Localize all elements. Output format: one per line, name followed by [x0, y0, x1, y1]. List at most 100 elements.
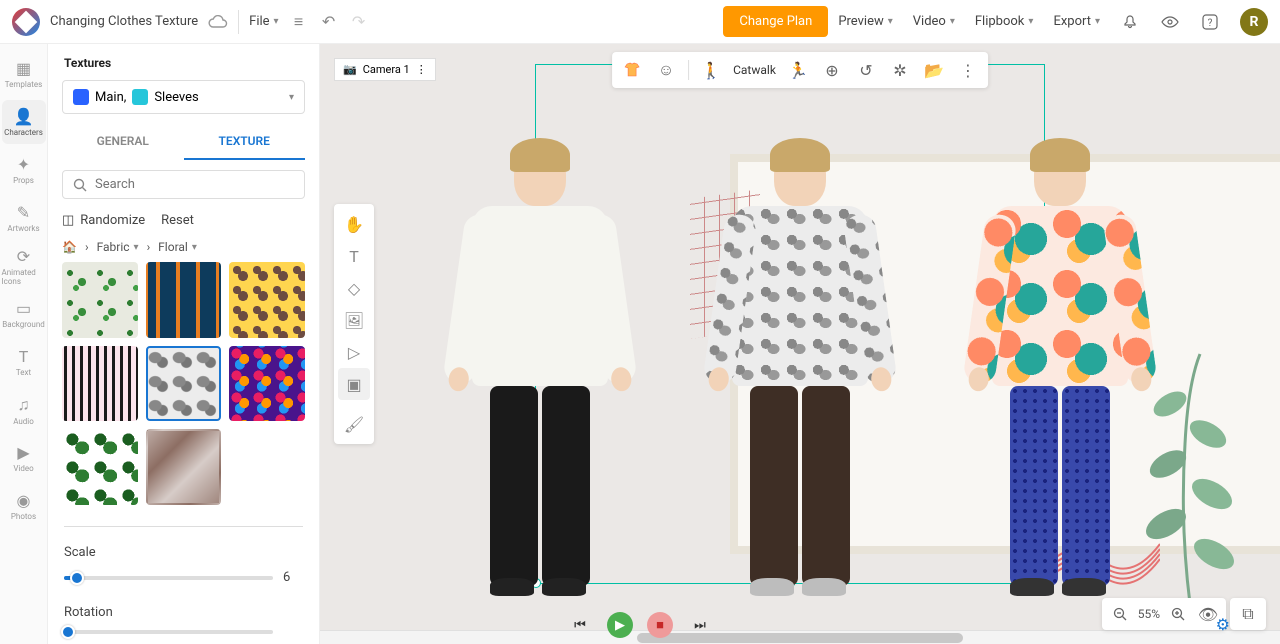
bell-icon[interactable] [1120, 12, 1140, 32]
dropdown-part1: Main, [95, 90, 126, 105]
cloud-sync-icon[interactable] [208, 15, 228, 29]
texture-thumb[interactable] [146, 346, 222, 422]
rewind-icon[interactable]: ↺ [854, 58, 878, 82]
rail-video[interactable]: ▶Video [2, 436, 46, 480]
texture-thumb[interactable] [229, 346, 305, 422]
scale-slider[interactable] [64, 576, 273, 580]
play-button[interactable]: ▶ [607, 612, 633, 638]
texture-thumb[interactable] [62, 262, 138, 338]
zoom-in-icon[interactable] [1166, 602, 1190, 626]
video-label: Video [913, 14, 946, 29]
face-icon[interactable]: ☺ [654, 58, 678, 82]
parts-dropdown[interactable]: Main, Sleeves ▾ [62, 80, 305, 114]
reset-button[interactable]: Reset [161, 213, 194, 228]
prev-button[interactable]: ⏮ [567, 612, 593, 638]
help-icon[interactable]: ? [1200, 12, 1220, 32]
stop-button[interactable]: ■ [647, 612, 673, 638]
tab-texture[interactable]: TEXTURE [184, 124, 306, 160]
image-tool-icon[interactable]: 🖼 [338, 304, 370, 336]
next-button[interactable]: ⏭ [687, 612, 713, 638]
scale-value: 6 [283, 570, 303, 585]
horizontal-scrollbar[interactable] [320, 630, 1280, 644]
texture-thumb[interactable] [229, 262, 305, 338]
user-avatar[interactable]: R [1240, 8, 1268, 36]
tab-general[interactable]: GENERAL [62, 124, 184, 160]
rail-props[interactable]: ✦Props [2, 148, 46, 192]
project-title: Changing Clothes Texture [50, 14, 198, 29]
walk-label: Catwalk [733, 63, 776, 77]
breadcrumb-floral[interactable]: Floral ▾ [158, 240, 197, 254]
undo-icon[interactable]: ↶ [319, 12, 339, 32]
rail-label: Photos [11, 512, 36, 521]
preview-label: Preview [838, 14, 883, 29]
preview-menu[interactable]: Preview▾ [838, 14, 892, 29]
app-logo[interactable] [12, 8, 40, 36]
texture-thumb[interactable] [62, 346, 138, 422]
search-input[interactable] [62, 170, 305, 199]
search-field[interactable] [95, 177, 294, 192]
randomize-button[interactable]: ◫ Randomize [62, 213, 145, 228]
globe-icon[interactable]: ⊕ [820, 58, 844, 82]
character-2[interactable] [700, 144, 900, 614]
camera-menu-icon[interactable]: ⋮ [416, 63, 427, 76]
zoom-level: 55% [1138, 607, 1160, 621]
character-3[interactable] [960, 144, 1160, 614]
export-menu[interactable]: Export▾ [1053, 14, 1100, 29]
rail-artworks[interactable]: ✎Artworks [2, 196, 46, 240]
eye-preview-icon[interactable] [1160, 12, 1180, 32]
chip-main [73, 89, 89, 105]
animated-icon: ⟳ [17, 247, 30, 266]
rail-photos[interactable]: ◉Photos [2, 484, 46, 528]
play-tool-icon[interactable]: ▷ [338, 336, 370, 368]
text-icon: T [19, 347, 29, 366]
rail-label: Text [16, 368, 31, 377]
redo-icon[interactable]: ↷ [349, 12, 369, 32]
person-icon[interactable]: ✲ [888, 58, 912, 82]
flipbook-label: Flipbook [975, 14, 1025, 29]
video-menu[interactable]: Video▾ [913, 14, 955, 29]
chip-sleeves [132, 89, 148, 105]
hand-tool-icon[interactable]: ✋ [338, 208, 370, 240]
canvas[interactable]: 📷 Camera 1 ⋮ ☺ 🚶 Catwalk 🏃 ⊕ ↺ ✲ 📂 ⋮ ✋ T… [320, 44, 1280, 644]
brush-tool-icon[interactable]: 🖌 [338, 408, 370, 440]
texture-thumb[interactable] [62, 429, 138, 505]
copy-icon[interactable]: ⧉ [1236, 602, 1260, 626]
avatar-initial: R [1250, 14, 1259, 30]
change-plan-button[interactable]: Change Plan [723, 6, 828, 37]
camera-label[interactable]: 📷 Camera 1 ⋮ [334, 58, 436, 81]
rotation-slider[interactable] [64, 630, 273, 634]
texture-thumb[interactable] [146, 262, 222, 338]
layer-tool-icon[interactable]: ▣ [338, 368, 370, 400]
rail-label: Props [13, 176, 34, 185]
hamburger-icon[interactable]: ≡ [289, 12, 309, 32]
text-tool-icon[interactable]: T [338, 240, 370, 272]
shape-tool-icon[interactable]: ◇ [338, 272, 370, 304]
tshirt-icon[interactable] [620, 58, 644, 82]
settings-gear-icon[interactable]: ⚙ [1216, 615, 1230, 634]
file-menu[interactable]: File▾ [249, 14, 278, 29]
camera-name: Camera 1 [363, 63, 410, 76]
folder-icon[interactable]: 📂 [922, 58, 946, 82]
rail-templates[interactable]: ▦Templates [2, 52, 46, 96]
rail-animated-icons[interactable]: ⟳ Animated Icons [2, 244, 46, 288]
rail-label: Characters [4, 128, 43, 137]
rail-background[interactable]: ▭Background [2, 292, 46, 336]
zoom-out-icon[interactable] [1108, 602, 1132, 626]
rail-characters[interactable]: 👤 Characters [2, 100, 46, 144]
rail-label: Audio [13, 417, 34, 426]
breadcrumb: 🏠 › Fabric ▾ › Floral ▾ [48, 232, 319, 258]
walk-icon[interactable]: 🚶 [699, 58, 723, 82]
rail-audio[interactable]: ♫Audio [2, 388, 46, 432]
character-icon: 👤 [14, 107, 34, 126]
texture-thumb[interactable] [146, 429, 222, 505]
more-icon[interactable]: ⋮ [956, 58, 980, 82]
rail-text[interactable]: T Text [2, 340, 46, 384]
flipbook-menu[interactable]: Flipbook▾ [975, 14, 1034, 29]
breadcrumb-fabric[interactable]: Fabric ▾ [97, 240, 139, 254]
character-1[interactable] [440, 144, 640, 614]
export-label: Export [1053, 14, 1091, 29]
run-icon[interactable]: 🏃 [786, 58, 810, 82]
breadcrumb-home[interactable]: 🏠 [62, 240, 77, 254]
rail-label: Animated Icons [2, 268, 46, 286]
canvas-left-tools: ✋ T ◇ 🖼 ▷ ▣ 🖌 [334, 204, 374, 444]
